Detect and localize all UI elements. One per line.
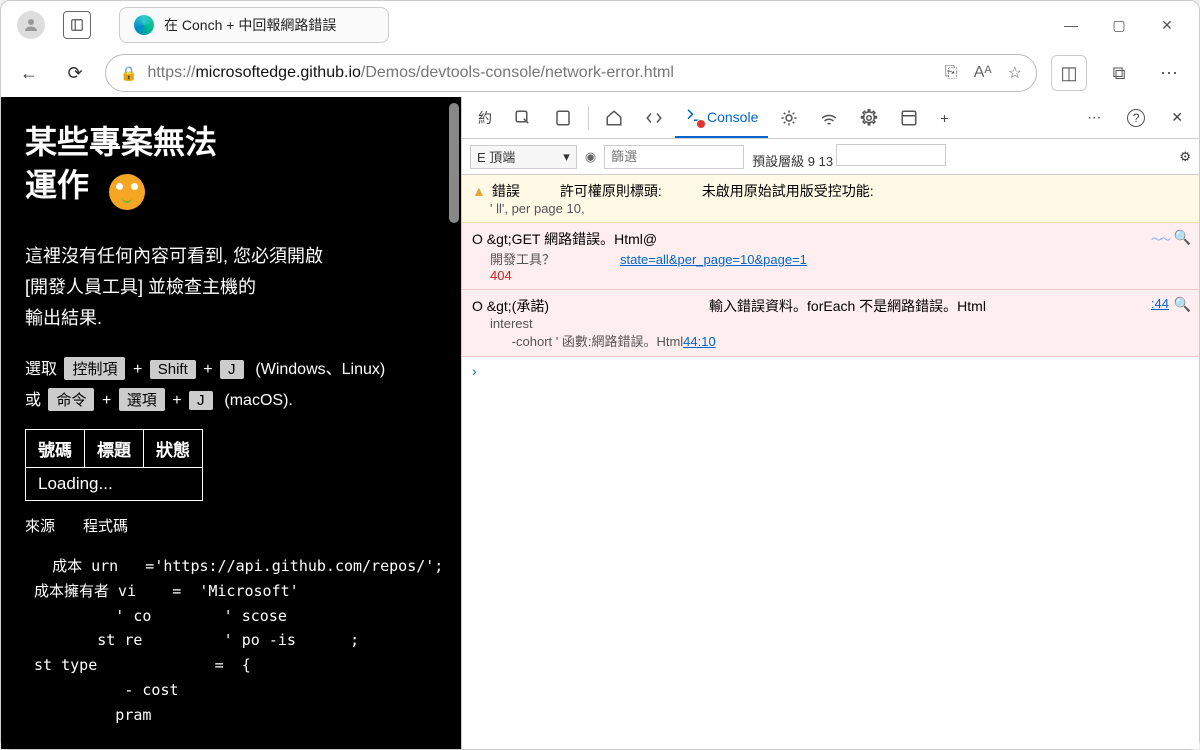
- welcome-tab-icon[interactable]: [595, 98, 633, 138]
- context-selector[interactable]: E 頂端▾: [470, 145, 577, 169]
- network-tab-icon[interactable]: [810, 98, 848, 138]
- console-prompt[interactable]: ›: [462, 357, 1199, 385]
- address-bar-row: ← ⟳ 🔒 https://microsoftedge.github.io/De…: [1, 49, 1199, 97]
- tab-actions-icon[interactable]: [63, 11, 91, 39]
- shortcut-line-1: 選取 控制項 + Shift + J (Windows、Linux): [25, 355, 437, 380]
- source-code-block: 成本 urn ='https://api.github.com/repos/';…: [25, 554, 437, 727]
- back-button[interactable]: ←: [13, 57, 45, 89]
- kbd-ctrl: 控制項: [64, 357, 125, 380]
- window-minimize[interactable]: —: [1047, 5, 1095, 45]
- lock-icon[interactable]: 🔒: [120, 65, 137, 82]
- console-tab[interactable]: Console: [675, 98, 768, 138]
- favorite-star-icon[interactable]: ☆: [1008, 63, 1022, 83]
- search-icon[interactable]: 🔍: [1174, 229, 1191, 246]
- devtools-tab-strip: 約 Console + ⋯: [462, 97, 1199, 139]
- browser-tab[interactable]: 在 Conch + 中回報網路錯誤: [119, 7, 389, 43]
- performance-tab-icon[interactable]: [850, 98, 888, 138]
- profile-avatar[interactable]: [17, 11, 45, 39]
- kbd-option: 選項: [119, 388, 165, 411]
- error2-sub1: interest: [472, 316, 1189, 331]
- elements-tab-icon[interactable]: [635, 98, 673, 138]
- source-label: 來源: [25, 515, 55, 536]
- window-close[interactable]: ✕: [1143, 5, 1191, 45]
- warning-icon: ▲: [472, 183, 486, 199]
- kbd-j2: J: [189, 391, 213, 410]
- rendered-page: 某些專案無法 運作 這裡沒有任何內容可看到, 您必須開啟 [開發人員工具] 並檢…: [1, 97, 461, 749]
- page-heading-line2: 運作: [25, 164, 89, 207]
- error2-sub2: -cohort ' 函數:網路錯誤。Html44:10: [472, 331, 1189, 350]
- titlebar: 在 Conch + 中回報網路錯誤 — ▢ ✕: [1, 1, 1199, 49]
- page-heading-line1: 某些專案無法: [25, 124, 217, 160]
- devtools-tab-approx[interactable]: 約: [468, 98, 502, 138]
- page-paragraph: 這裡沒有任何內容可看到, 您必須開啟 [開發人員工具] 並檢查主機的 輸出結果.: [25, 241, 437, 333]
- window-maximize[interactable]: ▢: [1095, 5, 1143, 45]
- th-state: 狀態: [144, 430, 203, 468]
- th-title: 標題: [85, 430, 144, 468]
- issues-table: 號碼 標題 狀態 Loading...: [25, 429, 203, 501]
- warning-subtext: ' ll', per page 10,: [472, 201, 1189, 216]
- device-toggle-icon[interactable]: [544, 98, 582, 138]
- error-url-link[interactable]: state=all&per_page=10&page=1: [620, 252, 807, 267]
- status-404: 404: [472, 268, 1189, 283]
- more-menu-icon[interactable]: ⋯: [1151, 55, 1187, 91]
- url-text: https://microsoftedge.github.io/Demos/de…: [147, 64, 673, 82]
- filter-input[interactable]: [604, 145, 744, 169]
- kbd-shift: Shift: [150, 360, 196, 379]
- console-icon: [685, 106, 703, 127]
- kbd-j: J: [220, 360, 244, 379]
- devtools-close-icon[interactable]: ✕: [1161, 98, 1193, 138]
- console-output: ▲錯誤 許可權原則標頭: 未啟用原始試用版受控功能: ' ll', per pa…: [462, 175, 1199, 749]
- address-bar[interactable]: 🔒 https://microsoftedge.github.io/Demos/…: [105, 54, 1037, 92]
- devtools-help-icon[interactable]: ?: [1117, 98, 1155, 138]
- devtools-panel: 約 Console + ⋯: [461, 97, 1199, 749]
- console-warning-row[interactable]: ▲錯誤 許可權原則標頭: 未啟用原始試用版受控功能: ' ll', per pa…: [462, 175, 1199, 223]
- search-icon[interactable]: 🔍: [1174, 296, 1191, 313]
- console-settings-icon[interactable]: ⚙: [1179, 149, 1191, 165]
- page-scrollbar[interactable]: [449, 103, 459, 223]
- th-number: 號碼: [26, 430, 85, 468]
- console-filter-row: E 頂端▾ ◉ 預設層級 9 13 ⚙: [462, 139, 1199, 175]
- tab-title: 在 Conch + 中回報網路錯誤: [164, 15, 336, 35]
- read-aloud-icon[interactable]: Aᴬ: [974, 64, 992, 82]
- app-available-icon[interactable]: ⎘: [945, 64, 958, 82]
- location-link[interactable]: 44:10: [683, 334, 716, 349]
- shortcut-line-2: 或 命令 + 選項 + J (macOS).: [25, 386, 437, 411]
- source-link[interactable]: :44: [1151, 296, 1169, 311]
- flushed-face-icon: [109, 174, 145, 210]
- log-levels[interactable]: 預設層級 9 13: [752, 144, 946, 170]
- console-error-row-1[interactable]: ～～ 🔍 O &gt;GET 網路錯誤。Html@ 開發工具？ state=al…: [462, 223, 1199, 290]
- devtools-more-icon[interactable]: ⋯: [1077, 98, 1111, 138]
- loading-cell: Loading...: [26, 468, 203, 501]
- collections-icon[interactable]: ⧉: [1101, 55, 1137, 91]
- console-error-row-2[interactable]: :44 🔍 O &gt;(承諾) 輸入錯誤資料。forEach 不是網路錯誤。H…: [462, 290, 1199, 357]
- sources-tab-icon[interactable]: [770, 98, 808, 138]
- edge-logo-icon: [134, 15, 154, 35]
- live-expression-icon[interactable]: ◉: [585, 149, 596, 165]
- kbd-cmd: 命令: [48, 388, 94, 411]
- inspect-element-icon[interactable]: [504, 98, 542, 138]
- more-tabs-button[interactable]: +: [930, 98, 958, 138]
- wave-icon: ～～: [1151, 231, 1169, 247]
- code-label: 程式碼: [83, 515, 128, 536]
- split-screen-icon[interactable]: ◫: [1051, 55, 1087, 91]
- application-tab-icon[interactable]: [890, 98, 928, 138]
- refresh-button[interactable]: ⟳: [59, 57, 91, 89]
